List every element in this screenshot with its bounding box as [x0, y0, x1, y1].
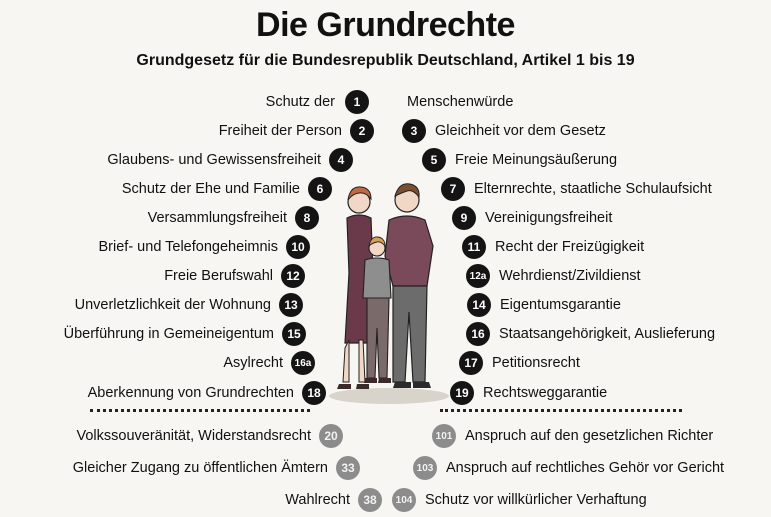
article-8: Versammlungsfreiheit 8: [148, 206, 319, 230]
article-16: 16 Staatsangehörigkeit, Auslieferung: [466, 322, 715, 346]
article-number-badge: 103: [413, 456, 437, 480]
article-label: Recht der Freizügigkeit: [495, 239, 645, 255]
article-2: Freiheit der Person 2: [219, 119, 374, 143]
article-label: Gleicher Zugang zu öffentlichen Ämtern: [72, 460, 328, 476]
article-14: 14 Eigentumsgarantie: [467, 293, 621, 317]
article-label: Aberkennung von Grundrechten: [87, 385, 294, 401]
article-label: Anspruch auf den gesetzlichen Richter: [465, 428, 714, 444]
page-title: Die Grundrechte: [256, 6, 515, 44]
article-number-badge: 13: [279, 293, 303, 317]
family-illustration: [329, 183, 449, 404]
article-label: Anspruch auf rechtliches Gehör vor Geric…: [446, 460, 725, 476]
article-number-badge: 8: [295, 206, 319, 230]
article-number-badge: 101: [432, 424, 456, 448]
article-17: 17 Petitionsrecht: [459, 351, 580, 375]
article-label: Wehrdienst/Zivildienst: [499, 268, 641, 284]
article-104: 104 Schutz vor willkürlicher Verhaftung: [392, 488, 647, 512]
article-label: Wahlrecht: [285, 492, 350, 508]
article-number-badge: 12a: [466, 264, 490, 288]
article-1-right: Menschenwürde: [398, 90, 513, 114]
article-number-badge: 2: [350, 119, 374, 143]
article-label: Staatsangehörigkeit, Auslieferung: [499, 326, 716, 342]
article-number-badge: 17: [459, 351, 483, 375]
article-5: 5 Freie Meinungsäußerung: [422, 148, 617, 172]
article-12: Freie Berufswahl 12: [164, 264, 305, 288]
article-number-badge: 104: [392, 488, 416, 512]
article-number-badge: 12: [281, 264, 305, 288]
article-label: Petitionsrecht: [492, 355, 580, 371]
article-label: Glaubens- und Gewissensfreiheit: [107, 152, 321, 168]
article-number-badge: 1: [345, 90, 369, 114]
article-number-badge: 5: [422, 148, 446, 172]
article-9: 9 Vereinigungsfreiheit: [452, 206, 612, 230]
article-13: Unverletzlichkeit der Wohnung 13: [75, 293, 303, 317]
article-4: Glaubens- und Gewissensfreiheit 4: [107, 148, 353, 172]
article-label: Gleichheit vor dem Gesetz: [435, 123, 606, 139]
article-label: Vereinigungsfreiheit: [485, 210, 613, 226]
article-label: Überführung in Gemeineigentum: [63, 326, 274, 342]
article-number-badge: 15: [282, 322, 306, 346]
article-18: Aberkennung von Grundrechten 18: [88, 381, 326, 405]
article-number-badge: 18: [302, 381, 326, 405]
article-101: 101 Anspruch auf den gesetzlichen Richte…: [432, 424, 713, 448]
article-label: Unverletzlichkeit der Wohnung: [74, 297, 271, 313]
article-38: Wahlrecht 38: [285, 488, 382, 512]
article-number-badge: 9: [452, 206, 476, 230]
article-number-badge: 10: [286, 235, 310, 259]
article-33: Gleicher Zugang zu öffentlichen Ämtern 3…: [73, 456, 360, 480]
page-subtitle: Grundgesetz für die Bundesrepublik Deuts…: [136, 52, 635, 69]
article-11: 11 Recht der Freizügigkeit: [462, 235, 644, 259]
article-7: 7 Elternrechte, staatliche Schulaufsicht: [441, 177, 712, 201]
article-number-badge: 16: [466, 322, 490, 346]
article-19: 19 Rechtsweggarantie: [450, 381, 607, 405]
article-103: 103 Anspruch auf rechtliches Gehör vor G…: [413, 456, 724, 480]
article-label: Volkssouveränität, Widerstandsrecht: [76, 428, 311, 444]
article-label: Versammlungsfreiheit: [147, 210, 287, 226]
article-20: Volkssouveränität, Widerstandsrecht 20: [76, 424, 343, 448]
article-number-badge: 16a: [291, 351, 315, 375]
article-12a: 12a Wehrdienst/Zivildienst: [466, 264, 641, 288]
article-3: 3 Gleichheit vor dem Gesetz: [402, 119, 606, 143]
article-1-left: Schutz der 1: [266, 90, 369, 114]
article-label: Schutz der: [265, 94, 335, 110]
article-label: Brief- und Telefongeheimnis: [98, 239, 278, 255]
dotted-divider-right: [440, 409, 682, 416]
article-label: Schutz der Ehe und Familie: [121, 181, 300, 197]
article-number-badge: 14: [467, 293, 491, 317]
article-number-badge: 38: [358, 488, 382, 512]
article-16a: Asylrecht 16a: [223, 351, 315, 375]
article-number-badge: 3: [402, 119, 426, 143]
article-number-badge: 33: [336, 456, 360, 480]
article-15: Überführung in Gemeineigentum 15: [64, 322, 306, 346]
article-label: Menschenwürde: [407, 94, 514, 110]
article-label: Rechtsweggarantie: [483, 385, 608, 401]
article-number-badge: 4: [329, 148, 353, 172]
article-number-badge: 20: [319, 424, 343, 448]
dotted-divider-left: [90, 409, 310, 416]
article-number-badge: 11: [462, 235, 486, 259]
article-6: Schutz der Ehe und Familie 6: [122, 177, 332, 201]
infographic: Die Grundrechte Grundgesetz für die Bund…: [0, 0, 771, 517]
article-label: Eigentumsgarantie: [500, 297, 621, 313]
article-label: Freie Berufswahl: [164, 268, 273, 284]
article-10: Brief- und Telefongeheimnis 10: [99, 235, 310, 259]
article-label: Elternrechte, staatliche Schulaufsicht: [474, 181, 712, 197]
article-number-badge: 19: [450, 381, 474, 405]
article-label: Freiheit der Person: [218, 123, 342, 139]
article-label: Asylrecht: [223, 355, 283, 371]
article-label: Freie Meinungsäußerung: [455, 152, 618, 168]
article-label: Schutz vor willkürlicher Verhaftung: [425, 492, 647, 508]
